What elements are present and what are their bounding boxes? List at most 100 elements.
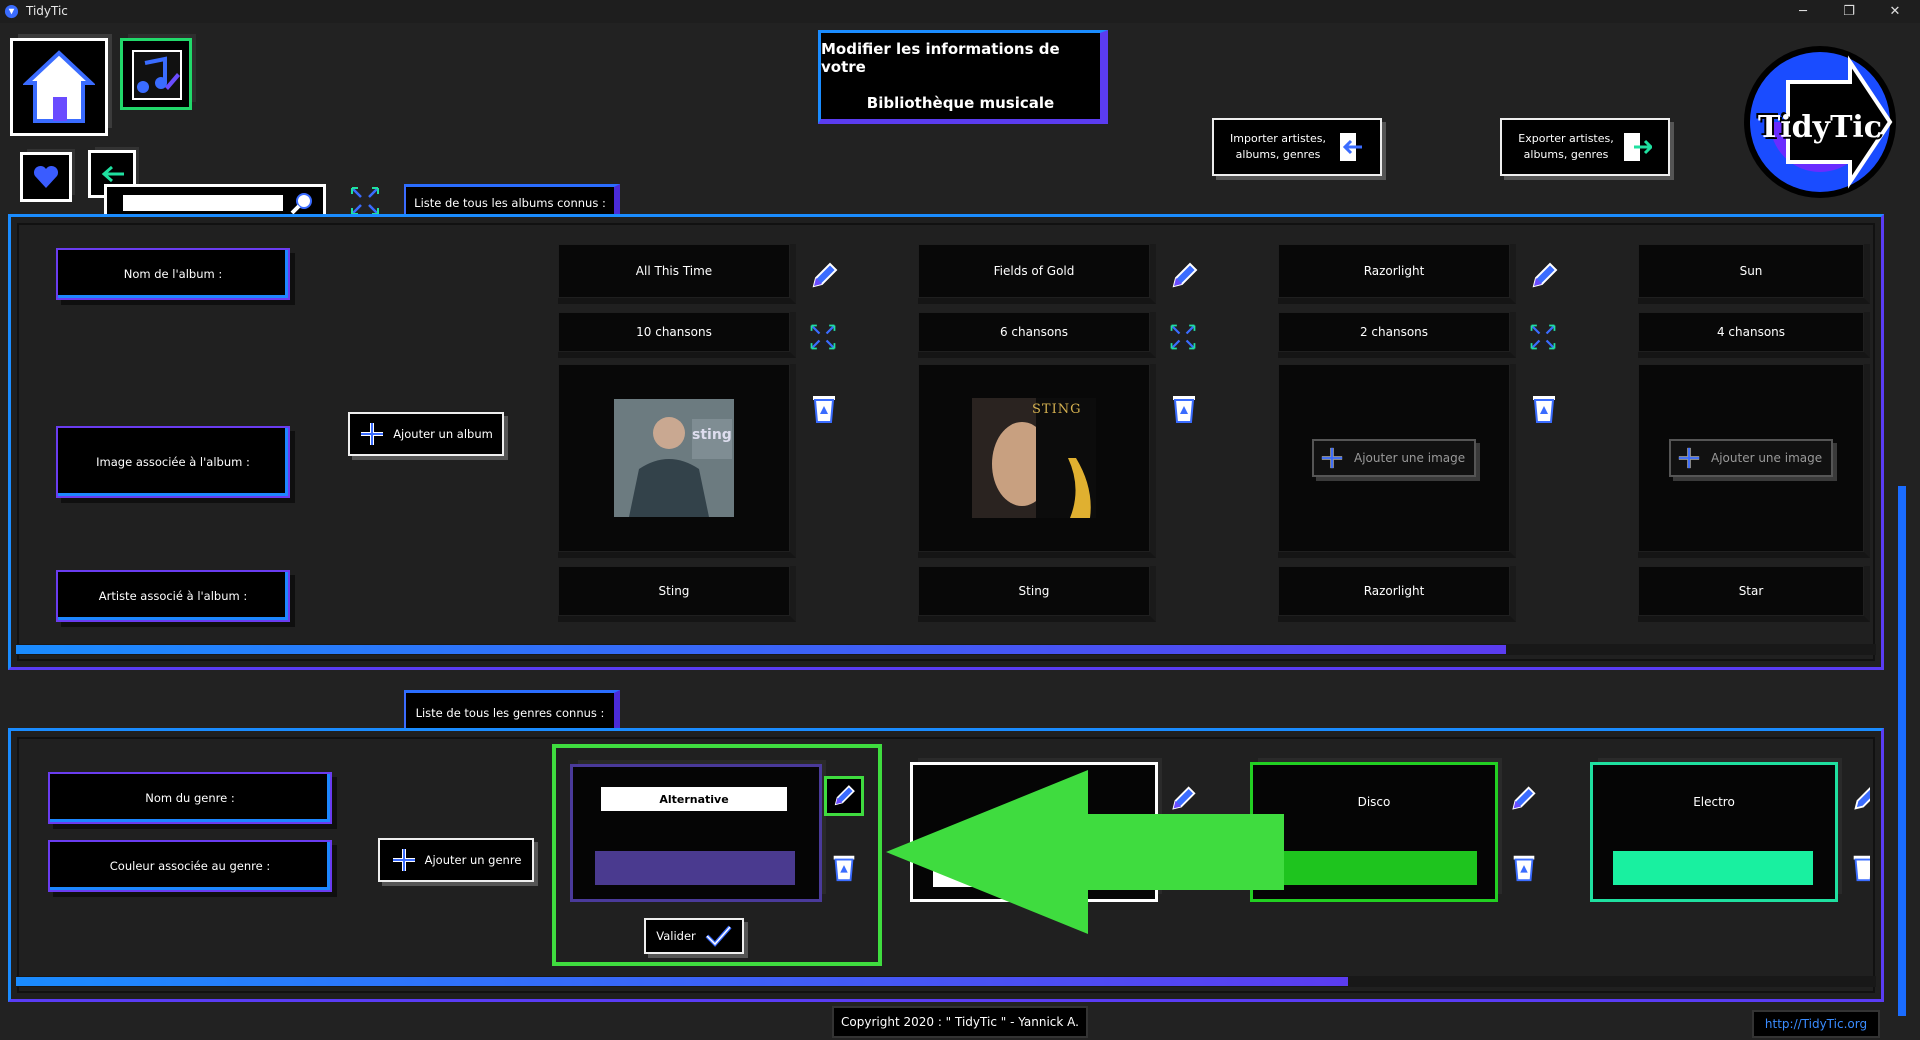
expand-icon[interactable] [808, 322, 838, 352]
home-button[interactable] [10, 38, 108, 136]
plus-icon [359, 421, 385, 447]
import-label-line-2: albums, genres [1235, 148, 1321, 161]
trash-icon[interactable] [1530, 392, 1558, 424]
album-songs-cell: 4 chansons [1638, 312, 1870, 358]
app-icon [4, 4, 19, 19]
add-album-label: Ajouter un album [393, 427, 493, 441]
genre-color-label: Couleur associée au genre : [48, 840, 332, 892]
minimize-button[interactable]: ─ [1780, 0, 1826, 23]
add-genre-button[interactable]: Ajouter un genre [378, 838, 534, 882]
plus-icon [1677, 446, 1701, 470]
albums-scrollbar-track[interactable] [16, 644, 1876, 655]
album-songs-cell: 2 chansons [1278, 312, 1516, 358]
expand-icon[interactable] [1168, 322, 1198, 352]
album-cover-image: STING [972, 398, 1096, 518]
annotation-arrow-left-icon [886, 770, 1284, 934]
expand-icon[interactable] [1528, 322, 1558, 352]
album-artist-cell: Sting [918, 566, 1156, 622]
import-label-line-1: Importer artistes, [1230, 132, 1326, 145]
edit-pencil-icon [831, 783, 857, 809]
genres-scrollbar-track[interactable] [16, 976, 1876, 987]
album-name-cell[interactable]: Fields of Gold [918, 244, 1156, 304]
add-image-button[interactable]: Ajouter une image [1669, 439, 1833, 477]
album-image-cell: Ajouter une image [1278, 364, 1516, 558]
album-cover-text: STING [1032, 402, 1082, 417]
trash-icon[interactable] [1850, 852, 1870, 882]
album-cover-text: sting [692, 427, 732, 443]
checkmark-icon [704, 924, 732, 948]
home-icon [23, 49, 95, 127]
trash-icon[interactable] [830, 852, 858, 882]
genres-scrollbar-thumb[interactable] [16, 977, 1348, 986]
window-title: TidyTic [26, 4, 68, 18]
tidytic-logo: TidyTic [1740, 42, 1900, 202]
edit-genre-button[interactable] [824, 776, 864, 816]
add-image-button[interactable]: Ajouter une image [1312, 439, 1476, 477]
trash-icon[interactable] [1510, 852, 1538, 882]
favorites-button[interactable] [20, 152, 72, 202]
add-album-button[interactable]: Ajouter un album [348, 412, 504, 456]
edit-pencil-icon[interactable] [1850, 784, 1870, 814]
album-songs-cell: 6 chansons [918, 312, 1156, 358]
genre-card[interactable]: Electro [1590, 762, 1838, 902]
trash-icon[interactable] [810, 392, 838, 424]
validate-label: Valider [656, 929, 696, 943]
expand-icon[interactable] [348, 184, 382, 218]
album-name-cell[interactable]: All This Time [558, 244, 796, 304]
heart-icon [32, 164, 60, 190]
album-image-label: Image associée à l'album : [56, 426, 290, 498]
import-button[interactable]: Importer artistes, albums, genres [1212, 118, 1382, 176]
genre-color-swatch [1273, 851, 1477, 885]
page-title-line-2: Bibliothèque musicale [866, 94, 1055, 112]
album-artist-cell: Razorlight [1278, 566, 1516, 622]
arrow-left-icon [100, 163, 126, 185]
page-scrollbar-thumb[interactable] [1898, 486, 1906, 1016]
album-songs-cell: 10 chansons [558, 312, 796, 358]
music-library-button[interactable] [120, 38, 192, 110]
album-image-cell: Ajouter une image [1638, 364, 1870, 558]
export-button[interactable]: Exporter artistes, albums, genres [1500, 118, 1670, 176]
genre-color-swatch [1613, 851, 1813, 885]
add-genre-label: Ajouter un genre [424, 853, 522, 867]
copyright-text: Copyright 2020 : " TidyTic " - Yannick A… [832, 1006, 1088, 1038]
albums-scrollbar-thumb[interactable] [16, 645, 1506, 654]
trash-icon[interactable] [1170, 392, 1198, 424]
music-note-edit-icon [131, 49, 183, 101]
album-artist-cell: Star [1638, 566, 1870, 622]
genre-card[interactable]: Disco [1250, 762, 1498, 902]
genre-name: Electro [1693, 795, 1735, 809]
window-titlebar: TidyTic ─ ❐ ✕ [0, 0, 1920, 23]
add-image-label: Ajouter une image [1711, 451, 1823, 465]
genre-name-input[interactable] [601, 787, 787, 811]
album-artist-label: Artiste associé à l'album : [56, 570, 290, 622]
genre-edit-card [570, 764, 822, 902]
album-image-cell[interactable]: sting [558, 364, 796, 558]
genre-name-label: Nom du genre : [48, 772, 332, 824]
page-title: Modifier les informations de votre Bibli… [818, 30, 1108, 124]
website-link[interactable]: http://TidyTic.org [1752, 1010, 1880, 1038]
export-label-line-1: Exporter artistes, [1518, 132, 1614, 145]
close-button[interactable]: ✕ [1872, 0, 1918, 23]
restore-button[interactable]: ❐ [1826, 0, 1872, 23]
edit-pencil-icon[interactable] [808, 260, 840, 292]
validate-button[interactable]: Valider [644, 918, 744, 954]
search-input[interactable] [123, 195, 283, 211]
export-label-line-2: albums, genres [1523, 148, 1609, 161]
add-image-label: Ajouter une image [1354, 451, 1466, 465]
edit-pencil-icon[interactable] [1168, 260, 1200, 292]
album-name-cell[interactable]: Sun [1638, 244, 1870, 304]
album-artist-cell: Sting [558, 566, 796, 622]
edit-pencil-icon[interactable] [1528, 260, 1560, 292]
plus-icon [391, 847, 417, 873]
album-name-cell[interactable]: Razorlight [1278, 244, 1516, 304]
album-image-cell[interactable]: STING [918, 364, 1156, 558]
album-name-label: Nom de l'album : [56, 248, 290, 300]
export-icon [1622, 131, 1652, 163]
plus-icon [1320, 446, 1344, 470]
page-title-line-1: Modifier les informations de votre [821, 40, 1060, 76]
genre-color-swatch[interactable] [595, 851, 795, 885]
genre-name: Disco [1357, 795, 1391, 809]
import-icon [1334, 131, 1364, 163]
edit-pencil-icon[interactable] [1508, 784, 1538, 814]
logo-text: TidyTic [1757, 110, 1883, 145]
